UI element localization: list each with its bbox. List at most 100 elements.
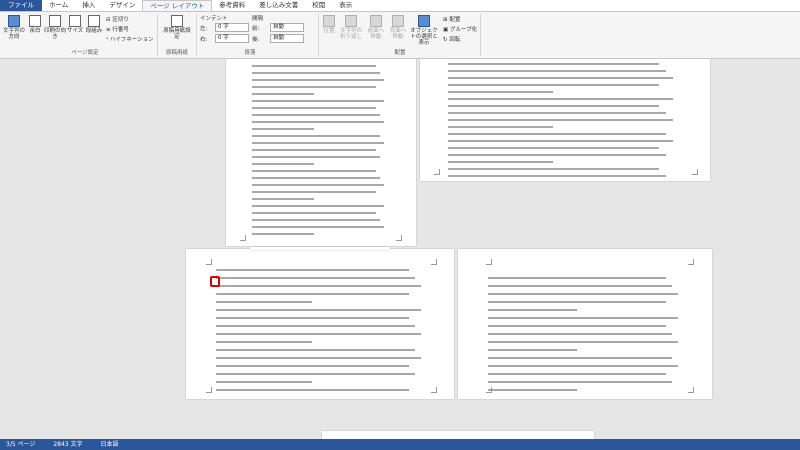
text-line bbox=[488, 389, 578, 391]
indent-right-field[interactable]: 0 字 bbox=[215, 34, 249, 43]
text-line bbox=[252, 114, 381, 116]
size-label: サイズ bbox=[66, 28, 84, 34]
text-line bbox=[252, 226, 385, 228]
tab-view[interactable]: 表示 bbox=[332, 0, 359, 11]
text-line bbox=[216, 341, 313, 343]
text-line bbox=[448, 84, 659, 86]
document-canvas[interactable] bbox=[0, 59, 800, 439]
margin-corner-mark bbox=[692, 169, 698, 175]
columns-button[interactable]: 段組み bbox=[85, 15, 103, 34]
orientation-label: 印刷の向き bbox=[44, 28, 67, 40]
orientation-button[interactable]: 印刷の向き bbox=[44, 15, 66, 40]
paragraph-group-label: 段落 bbox=[244, 50, 256, 56]
spacing-after-label: 後: bbox=[252, 37, 260, 43]
document-page[interactable] bbox=[420, 59, 710, 181]
columns-label: 段組み bbox=[85, 28, 103, 34]
status-language[interactable]: 日本語 bbox=[100, 441, 118, 448]
send-backward-icon bbox=[392, 15, 404, 27]
manuscript-icon bbox=[171, 15, 183, 27]
document-page[interactable] bbox=[322, 431, 594, 439]
text-line bbox=[488, 325, 667, 327]
text-line bbox=[252, 72, 381, 74]
wrap-text-icon bbox=[345, 15, 357, 27]
text-line bbox=[448, 175, 666, 177]
tab-insert[interactable]: 挿入 bbox=[75, 0, 102, 11]
group-button[interactable]: ▣ グループ化 bbox=[443, 25, 477, 33]
text-line bbox=[448, 126, 554, 128]
document-page[interactable] bbox=[226, 59, 416, 246]
send-backward-button[interactable]: 背面へ移動 bbox=[388, 15, 408, 40]
page-setup-group-label: ページ設定 bbox=[71, 50, 99, 56]
separator bbox=[196, 14, 197, 56]
tab-page-layout[interactable]: ページ レイアウト bbox=[142, 0, 213, 11]
text-line bbox=[448, 105, 659, 107]
text-line bbox=[488, 285, 673, 287]
text-line bbox=[252, 170, 377, 172]
spacing-before-label: 前: bbox=[252, 26, 260, 32]
text-line bbox=[216, 285, 422, 287]
spacing-before-field[interactable]: 自動 bbox=[270, 23, 304, 32]
text-line bbox=[448, 140, 673, 142]
tab-review[interactable]: 校閲 bbox=[305, 0, 332, 11]
orientation-icon bbox=[49, 15, 61, 27]
document-page[interactable] bbox=[458, 249, 712, 399]
margin-corner-mark bbox=[431, 387, 437, 393]
text-line bbox=[488, 293, 679, 295]
text-line bbox=[252, 149, 377, 151]
text-line bbox=[252, 107, 377, 109]
text-line bbox=[216, 365, 409, 367]
text-line bbox=[216, 293, 409, 295]
margins-button[interactable]: 余白 bbox=[27, 15, 43, 34]
indent-left-label: 左: bbox=[200, 26, 208, 32]
text-line bbox=[252, 65, 377, 67]
align-button[interactable]: ⊞ 配置 bbox=[443, 15, 460, 23]
spacing-after-field[interactable]: 自動 bbox=[270, 34, 304, 43]
breaks-label: 区切り bbox=[112, 17, 129, 23]
hyphenation-button[interactable]: ᵃ ハイフネーション bbox=[106, 35, 154, 43]
text-line bbox=[252, 198, 315, 200]
document-page[interactable] bbox=[186, 249, 454, 399]
tab-file[interactable]: ファイル bbox=[0, 0, 42, 11]
selection-pane-button[interactable]: オブジェクトの選択と表示 bbox=[410, 15, 438, 46]
indent-left-field[interactable]: 0 字 bbox=[215, 23, 249, 32]
tab-references[interactable]: 参考資料 bbox=[212, 0, 252, 11]
position-button[interactable]: 位置 bbox=[320, 15, 338, 34]
text-line bbox=[216, 349, 416, 351]
rotate-button[interactable]: ↻ 回転 bbox=[443, 35, 460, 43]
status-page[interactable]: 3/5 ページ bbox=[6, 441, 35, 448]
position-icon bbox=[323, 15, 335, 27]
indent-heading: インデント bbox=[200, 16, 228, 22]
breaks-button[interactable]: ⊟ 区切り bbox=[106, 15, 129, 23]
text-line bbox=[216, 389, 409, 391]
text-line bbox=[448, 112, 666, 114]
text-line bbox=[252, 121, 385, 123]
text-line bbox=[252, 205, 385, 207]
manuscript-setup-button[interactable]: 原稿用紙設定 bbox=[162, 15, 192, 40]
bring-forward-button[interactable]: 前面へ移動 bbox=[366, 15, 386, 40]
margin-corner-mark bbox=[486, 387, 492, 393]
spacing-heading: 間隔 bbox=[252, 16, 264, 22]
tab-design[interactable]: デザイン bbox=[102, 0, 142, 11]
margin-corner-mark bbox=[486, 259, 492, 265]
wrap-text-button[interactable]: 文字列の折り返し bbox=[338, 15, 364, 40]
group-label: グループ化 bbox=[449, 27, 478, 33]
tab-home[interactable]: ホーム bbox=[42, 0, 75, 11]
line-numbers-button[interactable]: ≡ 行番号 bbox=[106, 25, 129, 33]
status-word-count[interactable]: 2843 文字 bbox=[53, 441, 82, 448]
size-button[interactable]: サイズ bbox=[66, 15, 84, 34]
manuscript-group-label: 原稿用紙 bbox=[165, 50, 188, 56]
text-line bbox=[252, 86, 377, 88]
margin-corner-mark bbox=[688, 259, 694, 265]
text-line bbox=[448, 147, 659, 149]
align-label: 配置 bbox=[449, 17, 461, 23]
status-bar: 3/5 ページ 2843 文字 日本語 bbox=[0, 439, 800, 450]
text-line bbox=[252, 184, 385, 186]
send-backward-label: 背面へ移動 bbox=[389, 28, 407, 40]
text-line bbox=[252, 233, 315, 235]
text-line bbox=[488, 301, 667, 303]
ribbon: 文字列の方向 余白 印刷の向き サイズ 段組み ⊟ 区切り ≡ 行番号 ᵃ ハイ… bbox=[0, 11, 800, 59]
tab-mailings[interactable]: 差し込み文書 bbox=[252, 0, 305, 11]
text-direction-button[interactable]: 文字列の方向 bbox=[2, 15, 26, 40]
text-line bbox=[448, 161, 554, 163]
text-line bbox=[216, 373, 416, 375]
